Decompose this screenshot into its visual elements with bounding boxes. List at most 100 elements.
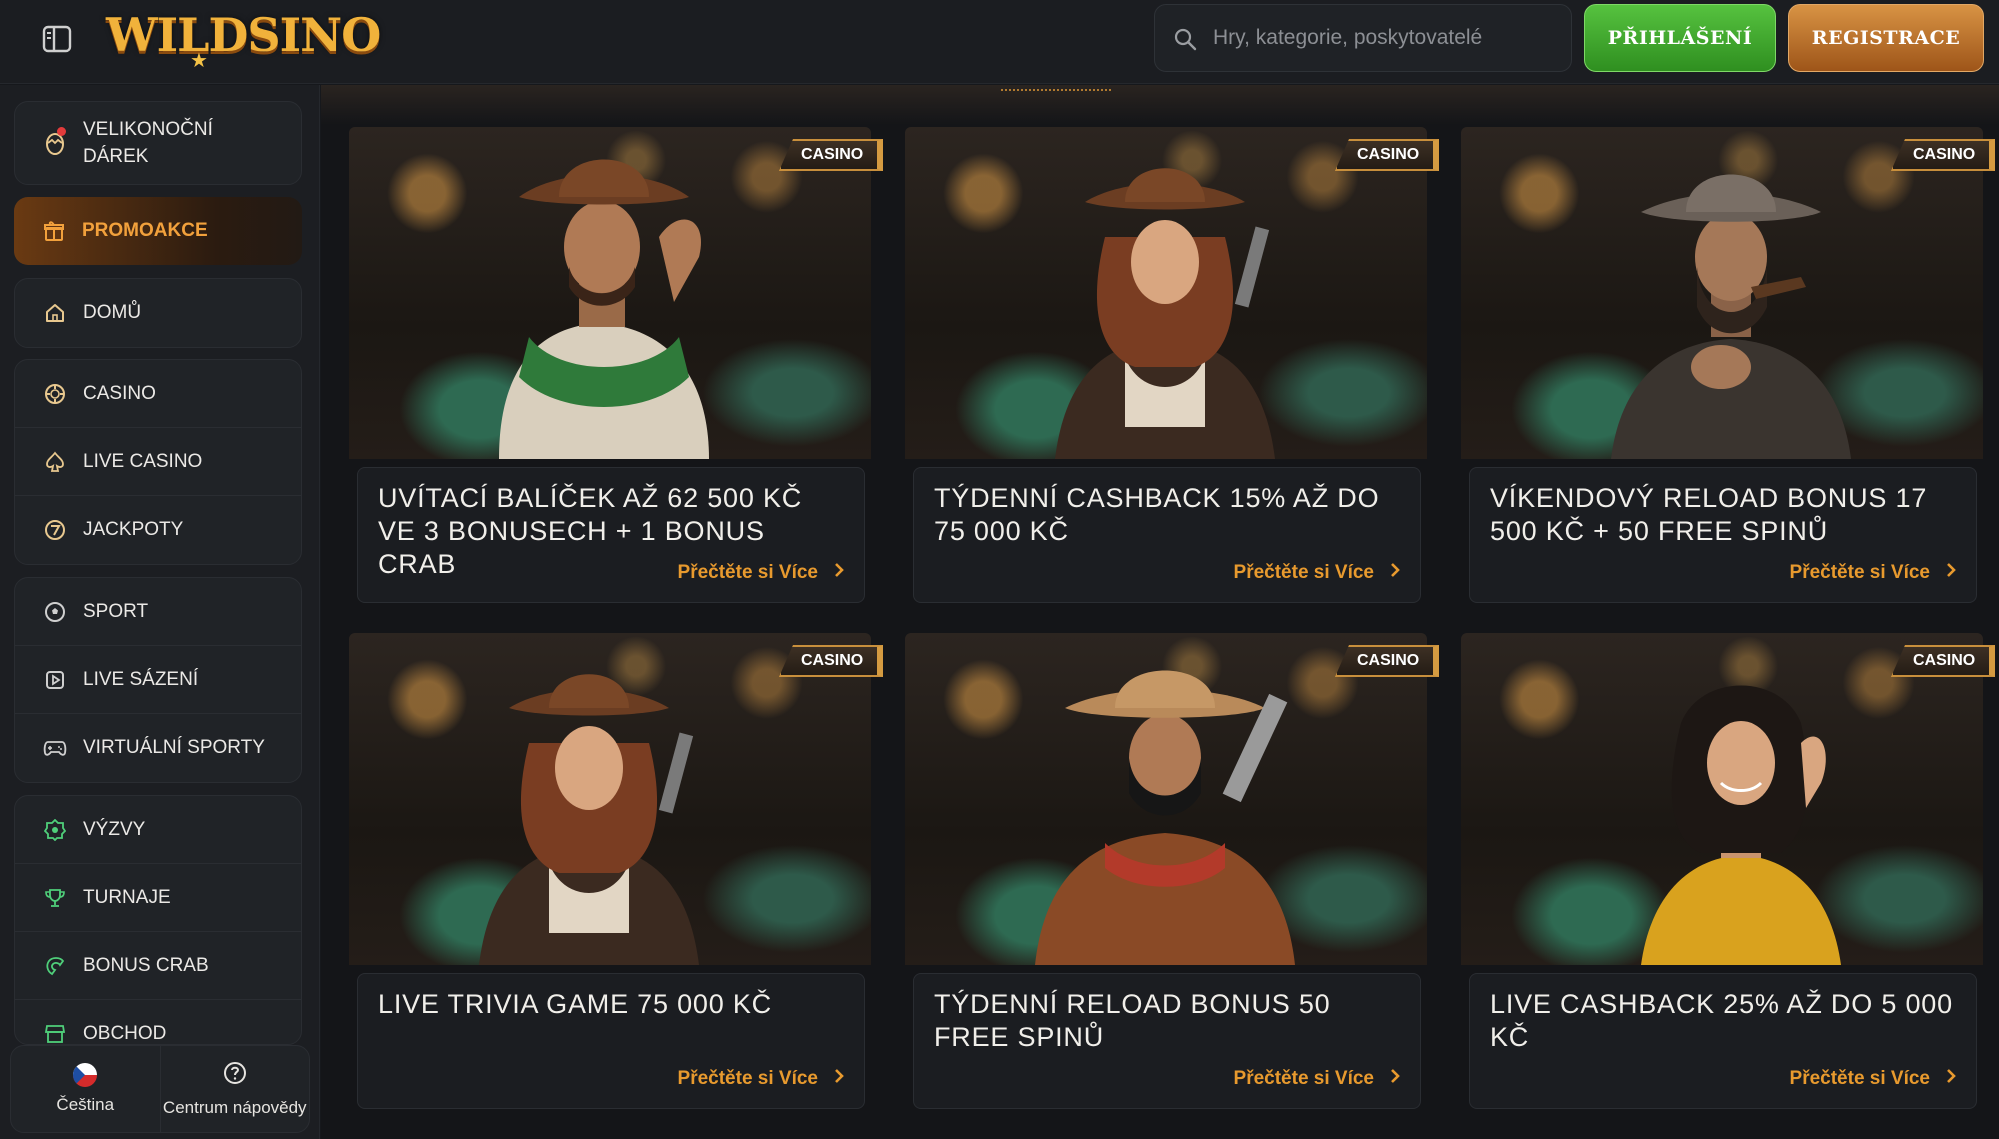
sidebar-item-home[interactable]: DOMŮ <box>15 279 301 347</box>
promo-card-body: VÍKENDOVÝ RELOAD BONUS 17 500 KČ + 50 FR… <box>1469 467 1977 603</box>
wildsino-logo[interactable]: WILDSINO ★ <box>106 6 381 72</box>
promo-card-body: LIVE CASHBACK 25% AŽ DO 5 000 KČ Přečtět… <box>1469 973 1977 1109</box>
search-input[interactable] <box>1213 26 1571 50</box>
chevron-right-icon <box>834 1068 844 1090</box>
read-more-link[interactable]: Přečtěte si Více <box>1790 562 1956 584</box>
category-badge: CASINO <box>1891 139 1996 171</box>
promo-image-cowgirl-trivia <box>349 633 871 965</box>
sidebar-item-label: JACKPOTY <box>83 519 184 540</box>
help-circle-icon <box>223 1061 247 1090</box>
crab-claw-icon <box>43 954 67 978</box>
language-label: Čeština <box>56 1095 115 1114</box>
register-button[interactable]: REGISTRACE <box>1788 4 1984 72</box>
promo-card[interactable]: CASINO LIVE TRIVIA GAME 75 000 KČ Přečtě… <box>349 633 884 1113</box>
gamepad-icon <box>43 736 67 760</box>
sport-group: SPORT LIVE SÁZENÍ VIRTUÁLNÍ SPORTY <box>14 577 302 783</box>
sidebar: VELIKONOČNÍ DÁREK PROMOAKCE DOMŮ CASINO <box>0 85 320 1139</box>
sidebar-item-label: SPORT <box>83 600 149 622</box>
search-box[interactable] <box>1154 4 1572 72</box>
chevron-right-icon <box>1390 562 1400 584</box>
chevron-right-icon <box>834 562 844 584</box>
read-more-link[interactable]: Přečtěte si Více <box>1790 1068 1956 1090</box>
home-card: DOMŮ <box>14 278 302 348</box>
sidebar-item-label: VÝZVY <box>83 818 146 840</box>
sidebar-item-sport[interactable]: SPORT <box>15 578 301 646</box>
promo-card-body: TÝDENNÍ RELOAD BONUS 50 FREE SPINŮ Přečt… <box>913 973 1421 1109</box>
decorative-dots <box>1001 85 1111 91</box>
promotions-card: PROMOAKCE <box>14 197 302 265</box>
read-more-link[interactable]: Přečtěte si Více <box>678 1068 844 1090</box>
read-more-label: Přečtěte si Více <box>1789 1068 1930 1089</box>
login-button[interactable]: PŘIHLÁŠENÍ <box>1584 4 1776 72</box>
promo-card-body: TÝDENNÍ CASHBACK 15% AŽ DO 75 000 KČ Pře… <box>913 467 1421 603</box>
help-center-label: Centrum nápovědy <box>162 1097 307 1117</box>
promo-card[interactable]: CASINO LIVE CASHBACK 25% AŽ DO 5 000 KČ … <box>1461 633 1996 1113</box>
easter-gift-card: VELIKONOČNÍ DÁREK <box>14 101 302 185</box>
sidebar-item-label: LIVE SÁZENÍ <box>83 668 199 690</box>
promo-title: VÍKENDOVÝ RELOAD BONUS 17 500 KČ + 50 FR… <box>1490 483 1928 546</box>
promo-card[interactable]: CASINO TÝDENNÍ CASHBACK 15% AŽ DO 75 000… <box>905 127 1440 607</box>
casino-group: CASINO LIVE CASINO JACKPOTY <box>14 359 302 565</box>
read-more-link[interactable]: Přečtěte si Více <box>1234 562 1400 584</box>
sidebar-item-label: TURNAJE <box>83 886 171 908</box>
chevron-right-icon <box>1390 1068 1400 1090</box>
promo-image-masked-cowboy <box>905 633 1427 965</box>
banner-edge <box>321 85 1999 125</box>
home-icon <box>43 301 67 325</box>
sidebar-item-promotions[interactable]: PROMOAKCE <box>14 197 302 265</box>
read-more-label: Přečtěte si Více <box>1233 562 1374 583</box>
category-badge: CASINO <box>1335 645 1440 677</box>
category-badge: CASINO <box>1335 139 1440 171</box>
read-more-link[interactable]: Přečtěte si Více <box>678 562 844 584</box>
promo-title: TÝDENNÍ RELOAD BONUS 50 FREE SPINŮ <box>934 989 1331 1052</box>
challenge-badge-icon <box>43 818 67 842</box>
promo-card[interactable]: CASINO UVÍTACÍ BALÍČEK AŽ 62 500 KČ VE 3… <box>349 127 884 607</box>
read-more-label: Přečtěte si Více <box>677 1068 818 1089</box>
trophy-icon <box>43 886 67 910</box>
language-selector[interactable]: Čeština <box>11 1046 161 1132</box>
chevron-right-icon <box>1946 562 1956 584</box>
logo-star-icon: ★ <box>190 50 208 72</box>
promo-image-cowboy-bandana <box>349 127 871 459</box>
category-badge: CASINO <box>779 139 884 171</box>
spade-icon <box>43 450 67 474</box>
promo-image-woman-yellow-dress <box>1461 633 1983 965</box>
promo-title: LIVE CASHBACK 25% AŽ DO 5 000 KČ <box>1490 989 1953 1052</box>
sidebar-item-tournaments[interactable]: TURNAJE <box>15 864 301 932</box>
read-more-label: Přečtěte si Více <box>677 562 818 583</box>
top-bar: WILDSINO ★ PŘIHLÁŠENÍ REGISTRACE <box>0 0 1999 84</box>
read-more-link[interactable]: Přečtěte si Více <box>1234 1068 1400 1090</box>
live-play-icon <box>43 668 67 692</box>
rewards-group: VÝZVY TURNAJE BONUS CRAB OBCHOD <box>14 795 302 1045</box>
promo-card[interactable]: CASINO TÝDENNÍ RELOAD BONUS 50 FREE SPIN… <box>905 633 1440 1113</box>
sidebar-item-live-betting[interactable]: LIVE SÁZENÍ <box>15 646 301 714</box>
promo-image-cowgirl <box>905 127 1427 459</box>
category-badge: CASINO <box>779 645 884 677</box>
read-more-label: Přečtěte si Více <box>1789 562 1930 583</box>
help-center-link[interactable]: Centrum nápovědy <box>161 1046 310 1132</box>
sidebar-item-bonus-crab[interactable]: BONUS CRAB <box>15 932 301 1000</box>
sidebar-item-live-casino[interactable]: LIVE CASINO <box>15 428 301 496</box>
sidebar-item-label: LIVE CASINO <box>83 450 203 472</box>
sidebar-toggle-icon[interactable] <box>40 22 74 56</box>
soccer-ball-icon <box>43 600 67 624</box>
read-more-label: Přečtěte si Více <box>1233 1068 1374 1089</box>
notification-dot <box>57 127 66 136</box>
sidebar-item-jackpots[interactable]: JACKPOTY <box>15 496 301 564</box>
sidebar-item-challenges[interactable]: VÝZVY <box>15 796 301 864</box>
sidebar-item-label: DOMŮ <box>83 302 142 323</box>
sidebar-item-shop[interactable]: OBCHOD <box>15 1000 301 1044</box>
promo-card-body: UVÍTACÍ BALÍČEK AŽ 62 500 KČ VE 3 BONUSE… <box>357 467 865 603</box>
promo-image-gambler-pipe <box>1461 127 1983 459</box>
category-badge: CASINO <box>1891 645 1996 677</box>
promo-card[interactable]: CASINO VÍKENDOVÝ RELOAD BONUS 17 500 KČ … <box>1461 127 1996 607</box>
sidebar-item-label: VELIKONOČNÍ DÁREK <box>83 119 213 167</box>
sidebar-item-easter-gift[interactable]: VELIKONOČNÍ DÁREK <box>15 102 301 184</box>
sidebar-footer: Čeština Centrum nápovědy <box>10 1045 310 1133</box>
sidebar-item-label: BONUS CRAB <box>83 954 209 976</box>
easter-egg-icon <box>43 127 67 155</box>
chevron-right-icon <box>1946 1068 1956 1090</box>
sidebar-item-virtual-sports[interactable]: VIRTUÁLNÍ SPORTY <box>15 714 301 782</box>
sidebar-item-casino[interactable]: CASINO <box>15 360 301 428</box>
promo-title: LIVE TRIVIA GAME 75 000 KČ <box>378 989 772 1019</box>
